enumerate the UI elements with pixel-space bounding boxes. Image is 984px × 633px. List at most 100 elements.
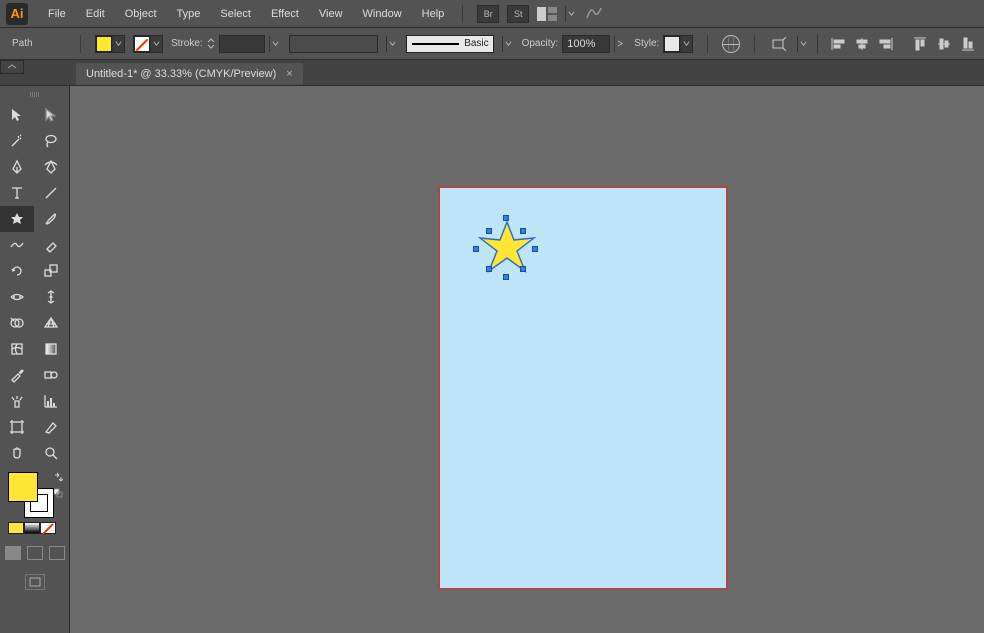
shape-builder-tool[interactable] [0, 310, 34, 336]
column-graph-tool[interactable] [34, 388, 68, 414]
align-bottom-button[interactable] [958, 34, 978, 54]
style-group: Style: [634, 35, 693, 53]
align-right-button[interactable] [876, 34, 896, 54]
menu-edit[interactable]: Edit [78, 4, 113, 24]
blend-tool[interactable] [34, 362, 68, 388]
transform-panel-button[interactable] [769, 34, 789, 54]
color-mode-gradient[interactable] [24, 522, 40, 534]
fill-color-swatch[interactable] [8, 472, 38, 502]
line-tool[interactable] [34, 180, 68, 206]
gradient-tool[interactable] [34, 336, 68, 362]
brush-definition[interactable]: Basic [406, 35, 494, 53]
menu-object[interactable]: Object [117, 4, 165, 24]
chevron-down-icon[interactable] [502, 36, 514, 52]
opacity-slider-toggle[interactable] [614, 36, 626, 52]
menu-file[interactable]: File [40, 4, 74, 24]
document-tab[interactable]: Untitled-1* @ 33.33% (CMYK/Preview) × [76, 63, 303, 85]
app-logo: Ai [6, 3, 28, 25]
arrange-documents-button[interactable] [537, 7, 557, 21]
artboard[interactable] [438, 186, 728, 590]
selection-handle[interactable] [486, 266, 492, 272]
width-tool[interactable] [0, 284, 34, 310]
zoom-tool[interactable] [34, 440, 68, 466]
selection-tool[interactable] [0, 102, 34, 128]
fill-color-picker[interactable] [95, 35, 125, 53]
stroke-label: Stroke: [171, 38, 203, 49]
close-tab-button[interactable]: × [286, 68, 292, 80]
selection-handle[interactable] [532, 246, 538, 252]
hand-tool[interactable] [0, 440, 34, 466]
selection-handle[interactable] [503, 215, 509, 221]
lasso-tool[interactable] [34, 128, 68, 154]
screen-mode-button[interactable] [25, 574, 45, 590]
selection-handle[interactable] [520, 228, 526, 234]
recolor-artwork-button[interactable] [722, 35, 740, 53]
gpu-preview-icon[interactable] [585, 4, 603, 23]
eyedropper-tool[interactable] [0, 362, 34, 388]
perspective-grid-tool[interactable] [34, 310, 68, 336]
chevron-down-icon[interactable] [386, 36, 398, 52]
graphic-style-picker[interactable] [663, 35, 693, 53]
align-vcenter-button[interactable] [934, 34, 954, 54]
chevron-down-icon [150, 36, 162, 52]
separator [707, 35, 708, 53]
paintbrush-tool[interactable] [34, 206, 68, 232]
menu-type[interactable]: Type [169, 4, 209, 24]
collapse-panel-stub[interactable] [0, 60, 24, 74]
separator [80, 35, 81, 53]
type-tool[interactable] [0, 180, 34, 206]
stock-button[interactable]: St [507, 5, 529, 23]
stroke-stepper[interactable] [207, 38, 215, 49]
app-switcher-icons: Br St [477, 4, 603, 23]
selection-type-label: Path [6, 38, 66, 49]
eraser-tool[interactable] [34, 232, 68, 258]
chevron-down-icon[interactable] [797, 36, 809, 52]
selection-handle[interactable] [520, 266, 526, 272]
rotate-tool[interactable] [0, 258, 34, 284]
menu-select[interactable]: Select [212, 4, 259, 24]
selection-handle[interactable] [473, 246, 479, 252]
align-top-button[interactable] [910, 34, 930, 54]
draw-normal-button[interactable] [5, 546, 21, 560]
variable-width-profile[interactable] [289, 35, 379, 53]
star-tool[interactable] [0, 206, 34, 232]
draw-inside-button[interactable] [49, 546, 65, 560]
panel-grip[interactable] [0, 92, 69, 100]
opacity-field[interactable]: 100% [562, 35, 610, 53]
draw-behind-button[interactable] [27, 546, 43, 560]
symbol-sprayer-tool[interactable] [0, 388, 34, 414]
align-left-button[interactable] [828, 34, 848, 54]
shaper-tool[interactable] [0, 232, 34, 258]
fill-swatch [96, 36, 112, 52]
direct-selection-tool[interactable] [34, 102, 68, 128]
swap-fill-stroke-icon[interactable] [53, 472, 63, 482]
selection-handle[interactable] [503, 274, 509, 280]
bridge-button[interactable]: Br [477, 5, 499, 23]
curvature-tool[interactable] [34, 154, 68, 180]
color-mode-none[interactable] [40, 522, 56, 534]
canvas-area[interactable] [70, 86, 984, 633]
star-shape-selected[interactable] [476, 218, 538, 283]
magic-wand-tool[interactable] [0, 128, 34, 154]
chevron-down-icon[interactable] [269, 36, 281, 52]
stroke-color-picker[interactable] [133, 35, 163, 53]
pen-tool[interactable] [0, 154, 34, 180]
stroke-weight-field[interactable] [219, 35, 265, 53]
scale-tool[interactable] [34, 258, 68, 284]
selection-handle[interactable] [486, 228, 492, 234]
arrange-dropdown[interactable] [565, 6, 577, 22]
menu-view[interactable]: View [311, 4, 351, 24]
menu-effect[interactable]: Effect [263, 4, 307, 24]
fill-stroke-controls [0, 466, 69, 522]
color-mode-color[interactable] [8, 522, 24, 534]
control-bar: Path Stroke: Basic Opacity: 100% Style: [0, 28, 984, 60]
mesh-tool[interactable] [0, 336, 34, 362]
align-hcenter-button[interactable] [852, 34, 872, 54]
menu-window[interactable]: Window [355, 4, 410, 24]
artboard-tool[interactable] [0, 414, 34, 440]
style-label: Style: [634, 38, 659, 49]
menu-help[interactable]: Help [414, 4, 453, 24]
slice-tool[interactable] [34, 414, 68, 440]
free-transform-tool[interactable] [34, 284, 68, 310]
opacity-group: Opacity: 100% [522, 35, 627, 53]
